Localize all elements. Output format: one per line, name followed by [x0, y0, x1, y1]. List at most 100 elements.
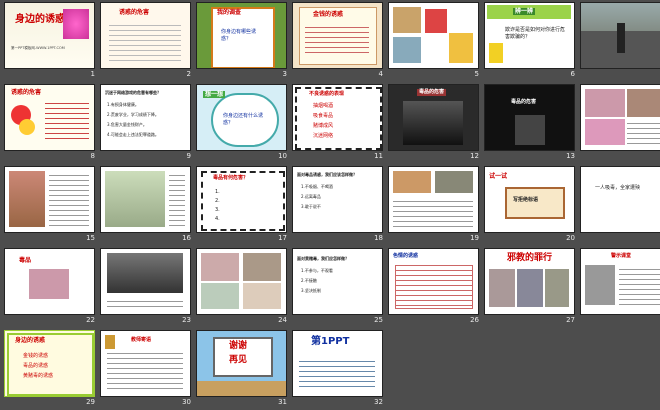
slide-thumbnail-16[interactable]: 16: [100, 166, 191, 246]
slide-preview: [4, 166, 95, 233]
slide-thumbnail-9[interactable]: 沉迷于网络游戏的危害有哪些？ 1.有损身体健康。 2.荒废学业，学习成绩下降。 …: [100, 84, 191, 164]
slide-thumbnail-10[interactable]: 想一想 你身边还有什么诱惑？ 10: [196, 84, 287, 164]
slide-thumbnail-19[interactable]: 19: [388, 166, 479, 246]
slide-thumbnail-18[interactable]: 面对毒品诱惑，我们应该怎样做？ 1.不吸烟、不喝酒 2.远离毒品 3.敢于说不 …: [292, 166, 383, 246]
slide-title: 身边的诱惑: [15, 14, 65, 25]
slide-item: 3.敢于说不: [301, 204, 321, 209]
photo-person: [617, 23, 625, 53]
slide-text: 你身边还有什么诱惑？: [223, 113, 264, 126]
slide-item: 黄赌毒的诱惑: [23, 373, 54, 379]
slide-thumbnail-12[interactable]: 毒品的危害 12: [388, 84, 479, 164]
slide-thumbnail-17[interactable]: 毒品有何危害？ 1. 2. 3. 4. 17: [196, 166, 287, 246]
slide-thumbnail-25[interactable]: 面对黄赌毒，我们应怎样做？ 1.不参与，不观看 2.不接触 3.坚决抵制 25: [292, 248, 383, 328]
slide-thumbnail-24[interactable]: 24: [196, 248, 287, 328]
photo: [515, 115, 545, 145]
text-lines: [49, 171, 89, 227]
slide-thumbnail-20[interactable]: 试一试 写拒绝标语 20: [484, 166, 575, 246]
slide-number: 14: [647, 152, 660, 160]
slide-number: 17: [278, 234, 287, 242]
text-box: [395, 265, 473, 309]
slide-item: 吸食毒品: [313, 113, 334, 119]
slide-thumbnail-4[interactable]: 金钱的诱惑 4: [292, 2, 383, 82]
decoration-image: [63, 9, 89, 39]
slide-thumbnail-13[interactable]: 毒品的危害 13: [484, 84, 575, 164]
slide-subtitle: 再见: [229, 355, 248, 365]
slide-preview: 沉迷于网络游戏的危害有哪些？ 1.有损身体健康。 2.荒废学业，学习成绩下降。 …: [100, 84, 191, 151]
balloon: [19, 119, 35, 135]
text-lines: [169, 171, 185, 227]
slide-number: 26: [470, 316, 479, 324]
photo: [585, 89, 625, 117]
slide-preview: [100, 166, 191, 233]
slide-preview: 辨一辨 欺诈是否是如何对你进行危害欺骗的？: [484, 2, 575, 69]
slide-item: 2.远离毒品: [301, 194, 321, 199]
slide-preview: 试一试 写拒绝标语: [484, 166, 575, 233]
slide-preview: 邪教的罪行: [484, 248, 575, 315]
slide-thumbnail-15[interactable]: 15: [4, 166, 95, 246]
slide-text: 一人吸毒，全家遭殃: [595, 185, 641, 191]
slide-item: 2.: [215, 198, 220, 204]
slide-heading: 不良诱惑的表现: [309, 91, 345, 97]
slide-thumbnail-5[interactable]: 5: [388, 2, 479, 82]
slide-preview: 身边的诱惑 金钱的诱惑 毒品的诱惑 黄赌毒的诱惑: [4, 330, 95, 397]
text-lines: [45, 99, 89, 139]
slide-thumbnail-7[interactable]: 7: [580, 2, 660, 82]
text-lines: [107, 349, 183, 391]
slide-text: 写拒绝标语: [513, 197, 539, 203]
slide-thumbnail-1[interactable]: 身边的诱惑 第一PPT模板网-WWW.1PPT.COM 1: [4, 2, 95, 82]
slide-thumbnail-22[interactable]: 毒品 22: [4, 248, 95, 328]
photo: [403, 101, 463, 145]
slide-heading: 毒品有何危害？: [213, 175, 249, 181]
slide-preview: [100, 248, 191, 315]
slide-item: 3.: [215, 207, 220, 213]
slide-number: 1: [90, 70, 95, 78]
slide-item: 1.有损身体健康。: [107, 102, 139, 107]
slide-preview: 教师寄语: [100, 330, 191, 397]
slide-badge: 想一想: [203, 91, 226, 98]
slide-thumbnail-2[interactable]: 诱惑的危害 2: [100, 2, 191, 82]
photo-character: [449, 33, 473, 63]
slide-preview: 谢谢 再见: [196, 330, 287, 397]
slide-thumbnail-30[interactable]: 教师寄语 30: [100, 330, 191, 410]
slide-item: 1.不参与，不观看: [301, 268, 333, 273]
cartoon-image: [201, 283, 239, 309]
slide-preview: 毒品有何危害？ 1. 2. 3. 4.: [196, 166, 287, 233]
slide-item: 1.不吸烟、不喝酒: [301, 184, 333, 189]
slide-thumbnail-28[interactable]: 警示课堂 28: [580, 248, 660, 328]
slide-preview: [580, 84, 660, 151]
cartoon-image: [201, 253, 239, 281]
slide-thumbnail-6[interactable]: 辨一辨 欺诈是否是如何对你进行危害欺骗的？ 6: [484, 2, 575, 82]
slide-item: 2.不接触: [301, 278, 317, 283]
slide-thumbnail-32[interactable]: 第1PPT 32: [292, 330, 383, 410]
slide-thumbnail-31[interactable]: 谢谢 再见 31: [196, 330, 287, 410]
slide-number: 3: [282, 70, 287, 78]
slide-number: 20: [566, 234, 575, 242]
slide-number: 18: [374, 234, 383, 242]
slide-thumbnail-26[interactable]: 色情的诱惑 26: [388, 248, 479, 328]
photo-building: [393, 7, 421, 33]
slide-heading: 面对毒品诱惑，我们应该怎样做？: [297, 172, 357, 177]
slide-thumbnail-11[interactable]: 不良诱惑的表现 抽烟喝酒 吸食毒品 赌博成风 沉迷网络 11: [292, 84, 383, 164]
slide-thumbnail-14[interactable]: 14: [580, 84, 660, 164]
slide-thumbnail-21[interactable]: 一人吸毒，全家遭殃 21: [580, 166, 660, 246]
photo: [435, 171, 473, 193]
slide-number: 12: [470, 152, 479, 160]
slide-title: 毒品: [19, 257, 32, 264]
slide-caption: 毒品的危害: [417, 89, 447, 96]
slide-thumbnail-23[interactable]: 23: [100, 248, 191, 328]
slide-number: 9: [186, 152, 191, 160]
slide-number: 13: [566, 152, 575, 160]
text-lines: [107, 297, 183, 309]
slide-thumbnail-3[interactable]: 我的调查 你身边有哪些诱惑？ 3: [196, 2, 287, 82]
slide-badge: 试一试: [489, 173, 508, 180]
slide-preview: 不良诱惑的表现 抽烟喝酒 吸食毒品 赌博成风 沉迷网络: [292, 84, 383, 151]
slide-preview: 诱惑的危害: [4, 84, 95, 151]
text-lines: [305, 23, 369, 53]
slide-thumbnail-8[interactable]: 诱惑的危害 8: [4, 84, 95, 164]
slide-thumbnail-29[interactable]: 身边的诱惑 金钱的诱惑 毒品的诱惑 黄赌毒的诱惑 29: [4, 330, 95, 410]
slide-heading: 色情的诱惑: [393, 253, 419, 259]
slide-title: 诱惑的危害: [119, 9, 150, 16]
slide-thumbnail-27[interactable]: 邪教的罪行 27: [484, 248, 575, 328]
slide-preview: 诱惑的危害: [100, 2, 191, 69]
slide-number: 30: [182, 398, 191, 406]
